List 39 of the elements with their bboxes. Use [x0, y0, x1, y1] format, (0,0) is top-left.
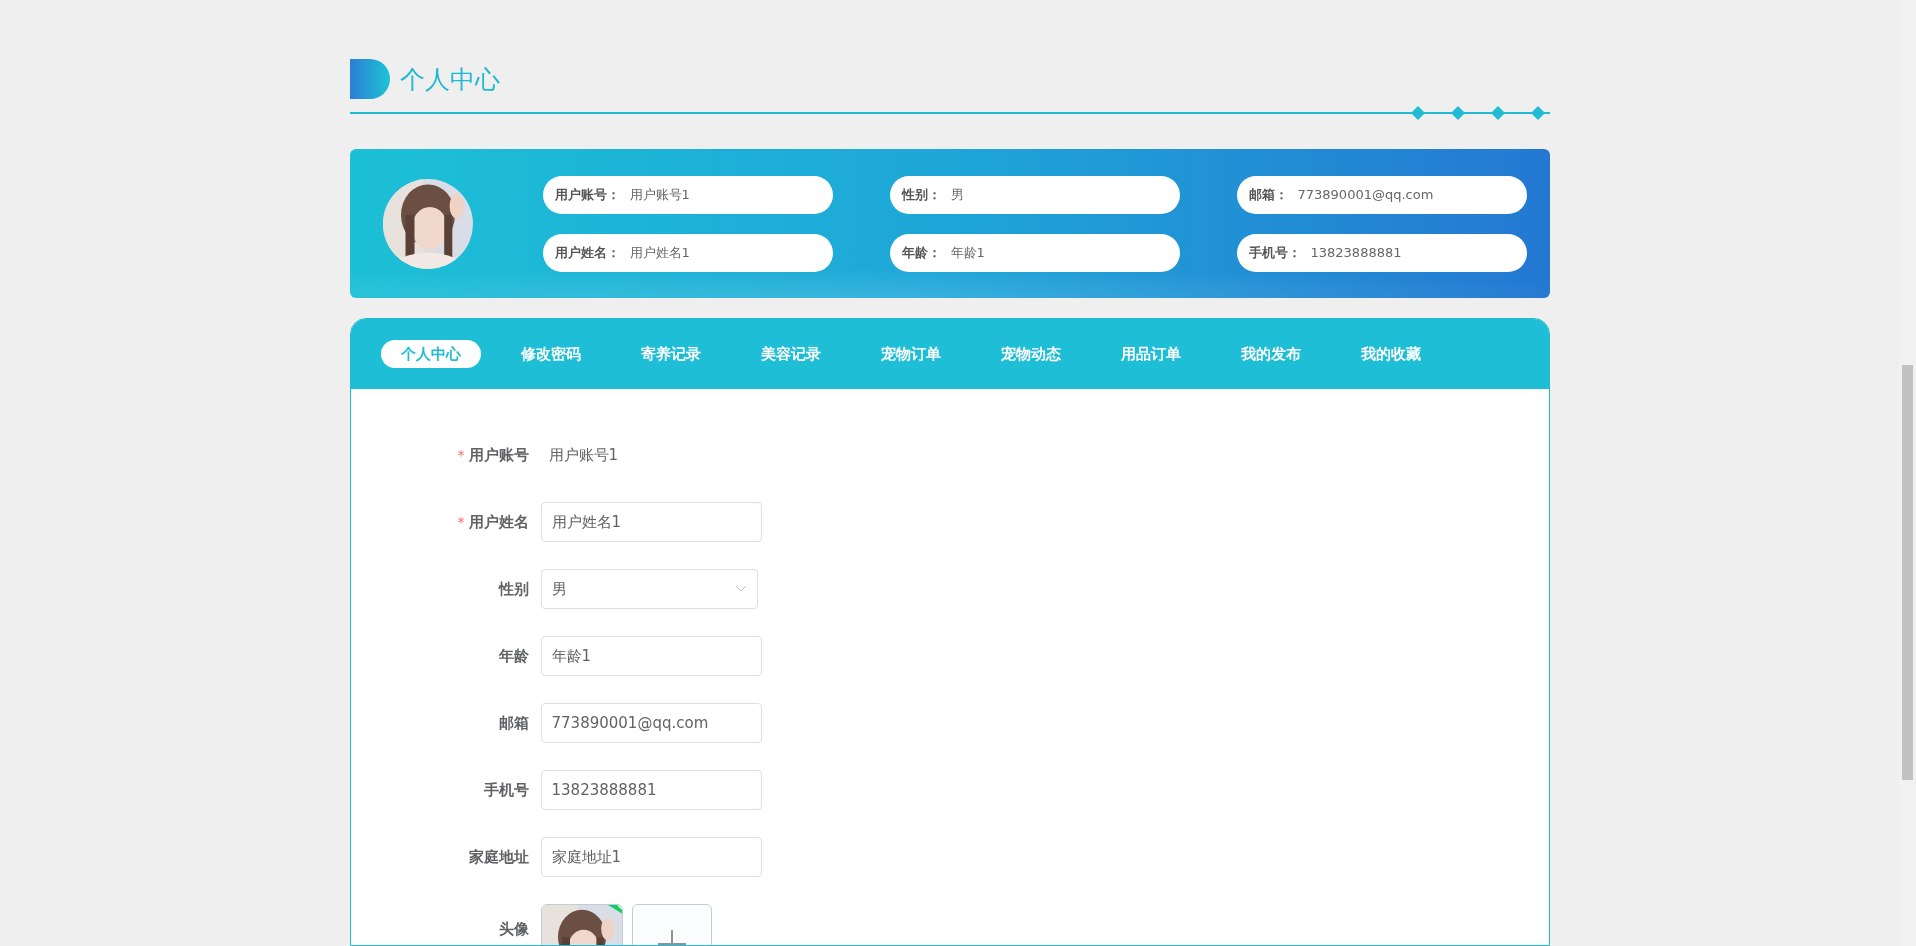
info-label: 邮箱： [1248, 185, 1288, 204]
required-asterisk: * [457, 447, 465, 463]
info-value: 用户姓名1 [629, 243, 690, 262]
tab[interactable]: 美容记录 [740, 340, 841, 368]
field-label: 手机号 [483, 780, 529, 800]
field-label: 年龄 [498, 646, 529, 666]
tab[interactable]: 寄养记录 [620, 340, 721, 368]
info-label: 年龄： [901, 243, 941, 262]
field-label: 性别 [498, 579, 529, 599]
select-field[interactable]: 男 [540, 569, 758, 609]
field-label: 头像 [498, 920, 529, 939]
info-value: 773890001@qq.com [1297, 187, 1434, 202]
info-label: 性别： [901, 185, 941, 204]
tab[interactable]: 修改密码 [500, 340, 601, 368]
field-label: 家庭地址 [468, 847, 529, 867]
info-value: 年龄1 [950, 243, 985, 262]
field-label: 用户姓名 [468, 512, 529, 532]
page-title: 个人中心 [399, 63, 500, 96]
info-label: 用户账号： [554, 185, 620, 204]
field-label: 邮箱 [498, 713, 529, 733]
input-field[interactable]: 家庭地址1 [540, 837, 762, 877]
info-value: 用户账号1 [629, 185, 690, 204]
tab[interactable]: 我的收藏 [1340, 340, 1441, 368]
required-asterisk: * [457, 514, 465, 530]
input-field[interactable]: 年龄1 [540, 636, 762, 676]
tab[interactable]: 宠物动态 [980, 340, 1081, 368]
input-field[interactable]: 773890001@qq.com [540, 703, 762, 743]
tab[interactable]: 我的发布 [1220, 340, 1321, 368]
input-field[interactable]: 13823888881 [540, 770, 762, 810]
field-value: 用户账号1 [548, 445, 619, 465]
tab[interactable]: 用品订单 [1100, 340, 1201, 368]
field-label: 用户账号 [468, 445, 529, 465]
info-value: 男 [950, 185, 964, 204]
info-value: 13823888881 [1310, 245, 1402, 260]
input-field[interactable]: 用户姓名1 [540, 502, 762, 542]
info-label: 手机号： [1248, 243, 1301, 262]
info-label: 用户姓名： [554, 243, 620, 262]
tab[interactable]: 个人中心 [380, 340, 481, 368]
tab[interactable]: 宠物订单 [860, 340, 961, 368]
